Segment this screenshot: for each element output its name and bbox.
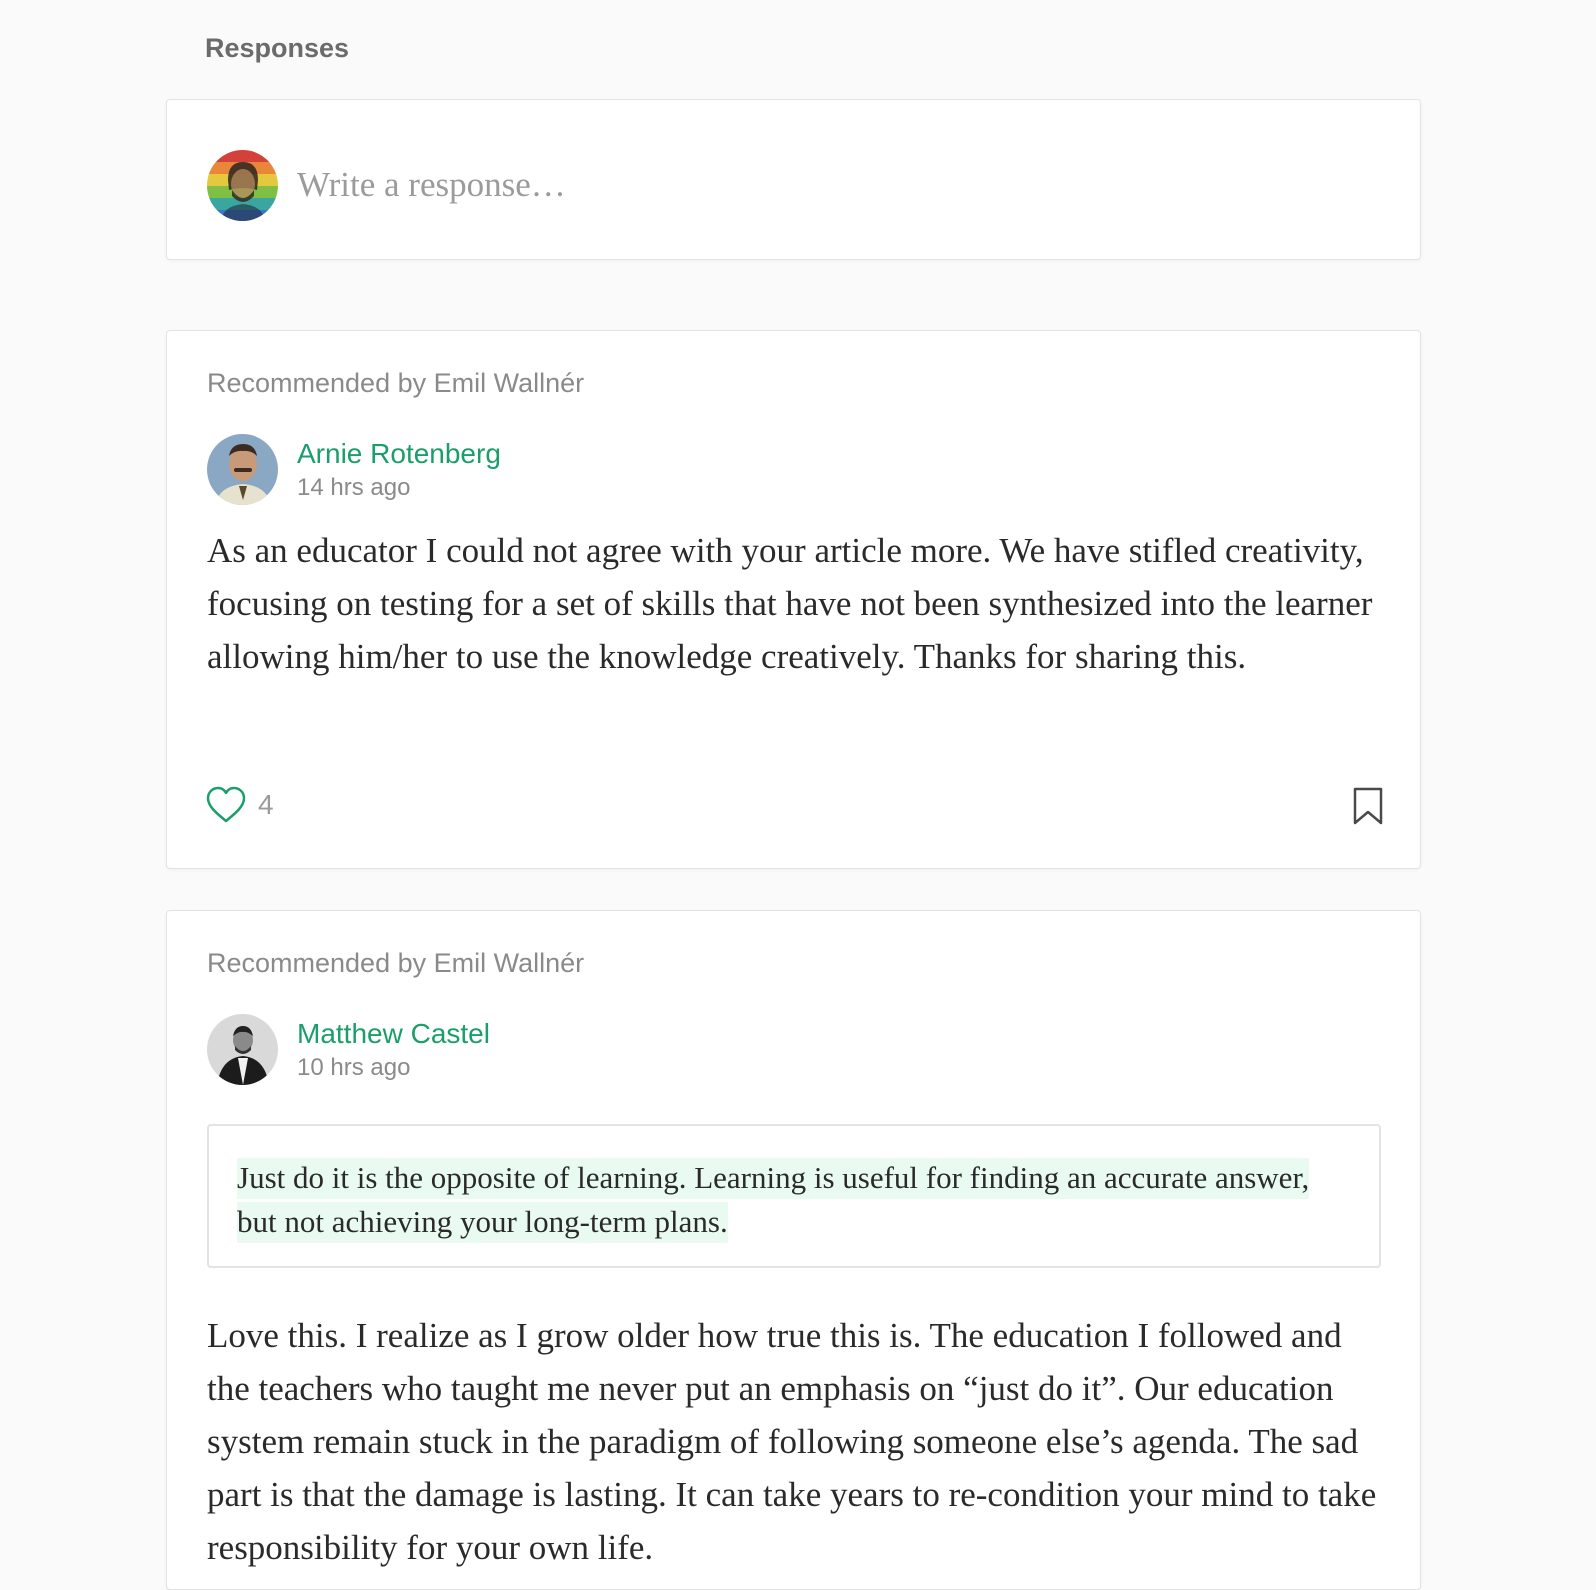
like-count[interactable]: 4 <box>258 789 274 821</box>
response-body[interactable]: As an educator I could not agree with yo… <box>207 524 1387 683</box>
response-input[interactable] <box>297 162 1377 208</box>
like-button[interactable] <box>205 785 247 825</box>
author-avatar[interactable] <box>207 434 278 505</box>
responses-heading: Responses <box>205 33 350 63</box>
response-body[interactable]: Love this. I realize as I grow older how… <box>207 1309 1387 1574</box>
response-timestamp[interactable]: 10 hrs ago <box>297 1054 410 1082</box>
highlight-quote[interactable]: Just do it is the opposite of learning. … <box>207 1124 1381 1268</box>
response-compose-card[interactable] <box>166 99 1421 260</box>
current-user-avatar <box>207 150 278 221</box>
response-timestamp[interactable]: 14 hrs ago <box>297 474 410 502</box>
bookmark-icon <box>1353 787 1383 825</box>
response-card: Recommended by Emil Wallnér Matthew Cast… <box>166 910 1421 1590</box>
quote-text: Just do it is the opposite of learning. … <box>237 1156 1351 1243</box>
heart-icon <box>206 786 246 823</box>
bookmark-button[interactable] <box>1352 787 1384 825</box>
author-name-link[interactable]: Matthew Castel <box>297 1018 490 1050</box>
author-avatar[interactable] <box>207 1014 278 1085</box>
recommended-by-label: Recommended by Emil Wallnér <box>207 368 585 398</box>
author-name-link[interactable]: Arnie Rotenberg <box>297 438 501 470</box>
response-card: Recommended by Emil Wallnér Arnie Rotenb… <box>166 330 1421 869</box>
recommended-by-label: Recommended by Emil Wallnér <box>207 948 585 978</box>
